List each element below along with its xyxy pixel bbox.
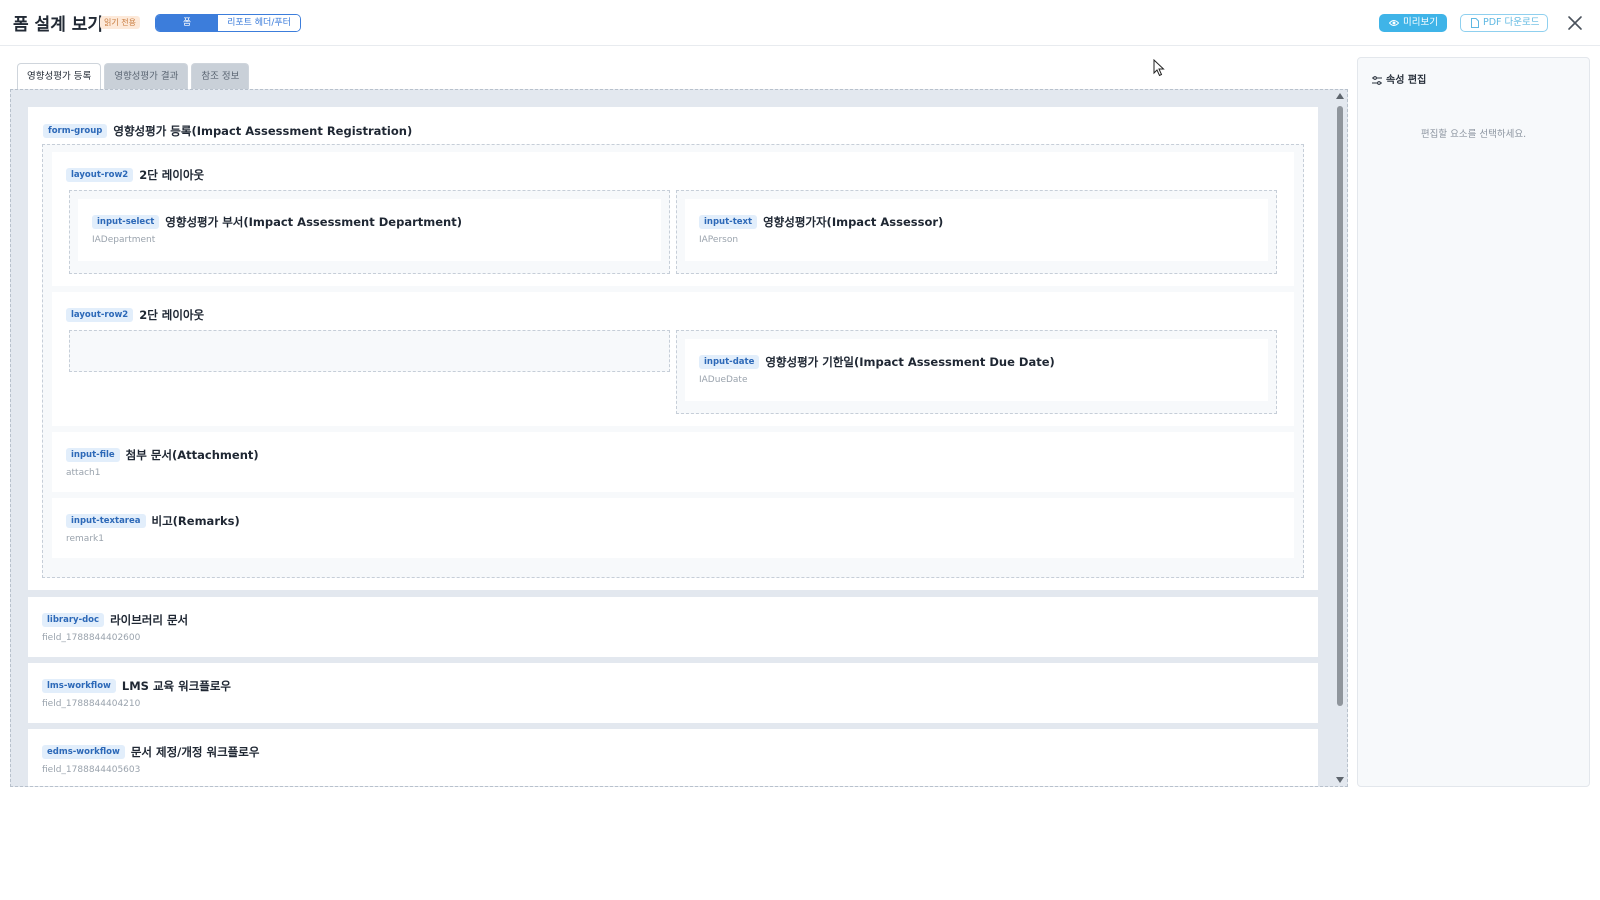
field-key: IAPerson bbox=[699, 235, 739, 245]
library-doc-block[interactable]: library-doc 라이브러리 문서 field_1788844402600 bbox=[28, 597, 1318, 657]
layout-row-block[interactable]: layout-row2 2단 레이아웃 input-select 영향성평가 부서(… bbox=[52, 152, 1294, 286]
eye-icon bbox=[1389, 19, 1399, 26]
preview-button[interactable]: 미리보기 bbox=[1379, 14, 1447, 32]
field-key: field_1788844405603 bbox=[42, 765, 141, 775]
close-button[interactable] bbox=[1564, 12, 1586, 34]
field-key: IADepartment bbox=[92, 235, 156, 245]
field-block[interactable]: input-file 첨부 문서(Attachment) attach1 bbox=[52, 432, 1294, 492]
field-key: field_1788844404210 bbox=[42, 699, 141, 709]
scroll-down-icon[interactable] bbox=[1336, 777, 1344, 783]
element-label: LMS 교육 워크플로우 bbox=[121, 678, 232, 693]
properties-panel: 속성 편집 편집할 요소를 선택하세요. bbox=[1357, 57, 1590, 787]
element-label: 2단 레이아웃 bbox=[139, 307, 205, 322]
tab-reference[interactable]: 참조 정보 bbox=[191, 63, 250, 89]
form-group-block[interactable]: form-group 영향성평가 등록(Impact Assessment Reg… bbox=[28, 107, 1318, 590]
tab-registration[interactable]: 영향성평가 등록 bbox=[17, 63, 102, 89]
element-type-tag: input-date bbox=[699, 354, 760, 369]
element-label: 영향성평가 부서(Impact Assessment Department) bbox=[165, 214, 462, 229]
element-type-tag: layout-row2 bbox=[66, 167, 134, 182]
element-type-tag: input-text bbox=[699, 214, 758, 229]
readonly-badge: 읽기 전용 bbox=[100, 16, 140, 29]
field-key: attach1 bbox=[66, 468, 101, 478]
field-block[interactable]: input-date 영향성평가 기한일(Impact Assessment Du… bbox=[685, 339, 1268, 401]
element-label: 영향성평가 등록(Impact Assessment Registration) bbox=[113, 123, 413, 138]
field-key: IADueDate bbox=[699, 375, 748, 385]
form-group-dropzone[interactable]: layout-row2 2단 레이아웃 input-select 영향성평가 부서(… bbox=[42, 144, 1304, 578]
element-type-tag: lms-workflow bbox=[42, 678, 116, 693]
design-canvas[interactable]: form-group 영향성평가 등록(Impact Assessment Reg… bbox=[10, 89, 1348, 787]
close-icon bbox=[1568, 16, 1582, 30]
element-label: 첨부 문서(Attachment) bbox=[125, 447, 259, 462]
element-type-tag: form-group bbox=[43, 123, 108, 138]
field-key: field_1788844402600 bbox=[42, 633, 141, 643]
element-type-tag: input-file bbox=[66, 447, 120, 462]
element-label: 문서 제정/개정 워크플로우 bbox=[130, 744, 260, 759]
page-title: 폼 설계 보기 bbox=[13, 15, 104, 35]
element-label: 영향성평가자(Impact Assessor) bbox=[763, 214, 944, 229]
element-label: 라이브러리 문서 bbox=[110, 612, 189, 627]
canvas-scrollbar[interactable] bbox=[1335, 90, 1345, 786]
sliders-icon bbox=[1372, 75, 1382, 85]
scroll-thumb[interactable] bbox=[1337, 106, 1343, 706]
element-type-tag: input-select bbox=[92, 214, 160, 229]
element-type-tag: library-doc bbox=[42, 612, 105, 627]
field-block[interactable]: input-select 영향성평가 부서(Impact Assessment D… bbox=[78, 199, 661, 261]
element-type-tag: edms-workflow bbox=[42, 744, 125, 759]
field-block[interactable]: input-textarea 비고(Remarks) remark1 bbox=[52, 498, 1294, 558]
mode-form-button[interactable]: 폼 bbox=[156, 15, 218, 31]
element-type-tag: input-textarea bbox=[66, 513, 146, 528]
layout-column-left-empty[interactable] bbox=[69, 330, 670, 372]
field-block[interactable]: input-text 영향성평가자(Impact Assessor) IAPers… bbox=[685, 199, 1268, 261]
properties-title-text: 속성 편집 bbox=[1386, 75, 1427, 86]
lms-workflow-block[interactable]: lms-workflow LMS 교육 워크플로우 field_178884440… bbox=[28, 663, 1318, 723]
mode-report-button[interactable]: 리포트 헤더/푸터 bbox=[218, 15, 300, 31]
layout-column-left[interactable]: input-select 영향성평가 부서(Impact Assessment D… bbox=[69, 190, 670, 274]
mouse-cursor-icon bbox=[1153, 59, 1165, 77]
properties-empty-message: 편집할 요소를 선택하세요. bbox=[1420, 129, 1527, 140]
tab-result[interactable]: 영향성평가 결과 bbox=[104, 63, 189, 89]
mode-toggle: 폼 리포트 헤더/푸터 bbox=[155, 14, 301, 32]
element-type-tag: layout-row2 bbox=[66, 307, 134, 322]
layout-column-right[interactable]: input-text 영향성평가자(Impact Assessor) IAPers… bbox=[676, 190, 1277, 274]
field-key: remark1 bbox=[66, 534, 104, 544]
pdf-label: PDF 다운로드 bbox=[1483, 17, 1540, 28]
element-label: 영향성평가 기한일(Impact Assessment Due Date) bbox=[765, 354, 1055, 369]
edms-workflow-block[interactable]: edms-workflow 문서 제정/개정 워크플로우 field_178884… bbox=[28, 729, 1318, 786]
properties-title: 속성 편집 bbox=[1372, 71, 1426, 86]
element-label: 비고(Remarks) bbox=[151, 513, 240, 528]
layout-row-block[interactable]: layout-row2 2단 레이아웃 input-date 영향성평가 기한일(I… bbox=[52, 292, 1294, 426]
file-icon bbox=[1471, 17, 1479, 28]
element-label: 2단 레이아웃 bbox=[139, 167, 205, 182]
layout-column-right[interactable]: input-date 영향성평가 기한일(Impact Assessment Du… bbox=[676, 330, 1277, 414]
form-tabs: 영향성평가 등록 영향성평가 결과 참조 정보 bbox=[17, 63, 250, 89]
header-bar: 폼 설계 보기 읽기 전용 폼 리포트 헤더/푸터 미리보기 PDF 다운로드 bbox=[0, 0, 1600, 46]
pdf-download-button[interactable]: PDF 다운로드 bbox=[1460, 14, 1548, 32]
scroll-up-icon[interactable] bbox=[1336, 93, 1344, 99]
preview-label: 미리보기 bbox=[1403, 17, 1438, 28]
